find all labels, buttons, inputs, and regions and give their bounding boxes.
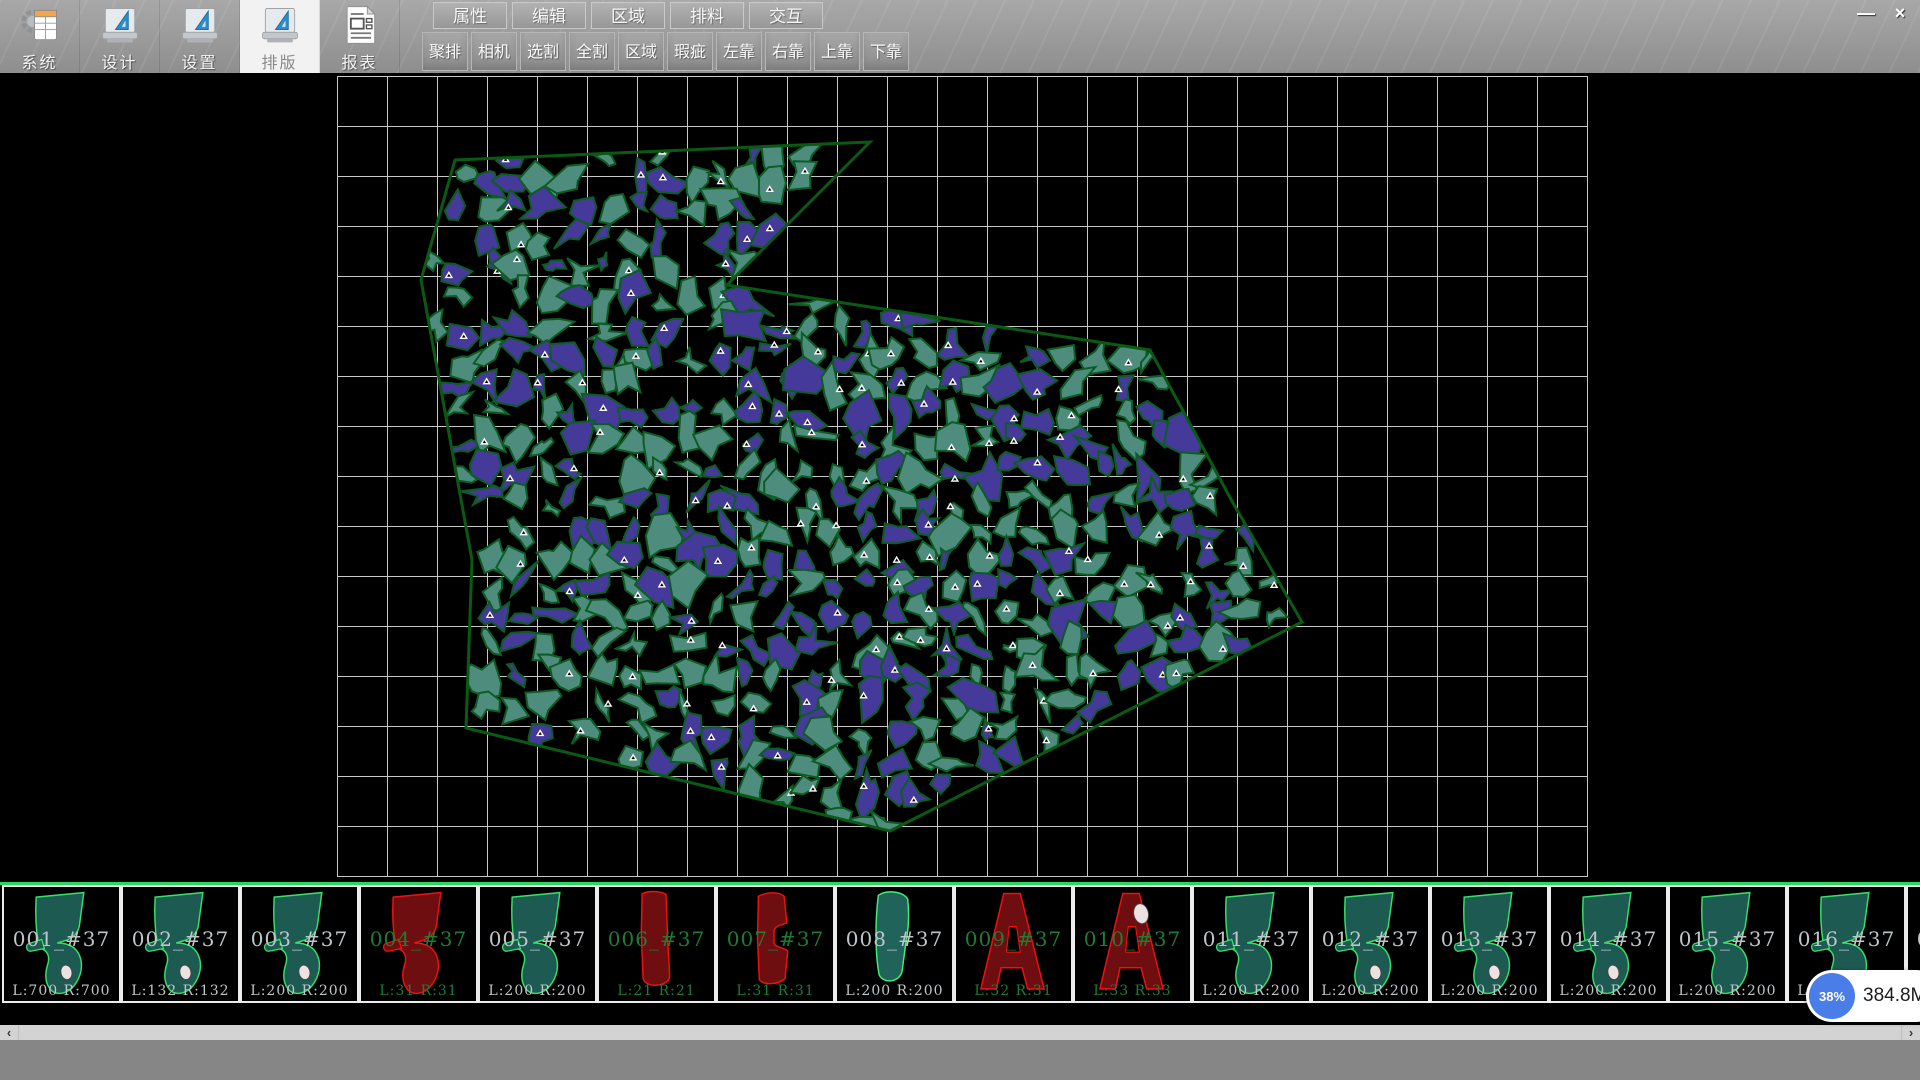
part-id-label: 004_#37 — [361, 927, 476, 951]
nesting-canvas[interactable] — [0, 73, 1920, 882]
part-thumbnail-011_#37[interactable]: 011_#37 L:200 R:200 — [1192, 885, 1311, 1003]
part-id-label: 007_#37 — [718, 927, 833, 951]
toolbar: 系统 设计 设置 排版 报表 属性编辑区域排料交互 聚排相机选割全割区域瑕疵左靠… — [0, 0, 1920, 74]
scroll-right-arrow-icon[interactable]: › — [1901, 1025, 1920, 1040]
part-thumbnail-009_#37[interactable]: 009_#37 L:32 R:31 — [954, 885, 1073, 1003]
part-id-label: 001_#37 — [4, 927, 119, 951]
part-id-label: 005_#37 — [480, 927, 595, 951]
memory-value: 384.8M — [1863, 985, 1920, 1007]
settings-button[interactable]: 设置 — [160, 0, 240, 73]
system-button[interactable]: 系统 — [0, 0, 80, 73]
part-id-label: 003_#37 — [242, 927, 357, 951]
part-lr-count-label: L:700 R:700 — [4, 983, 119, 999]
part-id-label: 011_#37 — [1194, 927, 1309, 951]
design-button-label: 设计 — [101, 49, 137, 73]
part-lr-count-label: L:31 R:31 — [718, 983, 833, 999]
report-document-icon — [337, 3, 383, 47]
main-button-bar: 系统 设计 设置 排版 报表 — [0, 0, 400, 73]
part-thumbnail-015_#37[interactable]: 015_#37 L:200 R:200 — [1668, 885, 1787, 1003]
nesting-button-label: 排版 — [261, 49, 297, 73]
part-id-label: 016_#37 — [1789, 927, 1904, 951]
part-id-label: 010_#37 — [1075, 927, 1190, 951]
tool-button-8[interactable]: 上靠 — [814, 32, 860, 71]
part-id-label: 008_#37 — [837, 927, 952, 951]
menu-tab-0[interactable]: 属性 — [433, 2, 507, 29]
part-lr-count-label: L:200 R:200 — [1313, 983, 1428, 999]
nest-layout[interactable] — [0, 73, 1920, 882]
part-lr-count-label: L:200 R:200 — [1194, 983, 1309, 999]
part-id-label: 012_#37 — [1313, 927, 1428, 951]
status-bar — [0, 1040, 1920, 1080]
settings-button-label: 设置 — [181, 49, 217, 73]
part-id-label: 009_#37 — [956, 927, 1071, 951]
part-lr-count-label: L:132 R:132 — [123, 983, 238, 999]
design-ruler-icon — [97, 3, 143, 47]
part-lr-count-label: L:32 R:31 — [956, 983, 1071, 999]
report-button[interactable]: 报表 — [320, 0, 400, 73]
parts-strip: 001_#37L:700 R:700002_#37L:132 R:132003_… — [0, 885, 1920, 1005]
part-lr-count-label: L:200 R:200 — [242, 983, 357, 999]
status-badge[interactable]: 38% 384.8M — [1806, 970, 1920, 1022]
tool-button-6[interactable]: 左靠 — [716, 32, 762, 71]
part-thumbnail-005_#37[interactable]: 005_#37 L:200 R:200 — [478, 885, 597, 1003]
part-thumbnail-007_#37[interactable]: 007_#37 L:31 R:31 — [716, 885, 835, 1003]
part-id-label: 006_#37 — [599, 927, 714, 951]
part-thumbnail-008_#37[interactable]: 008_#37 L:200 R:200 — [835, 885, 954, 1003]
part-thumbnail-001_#37[interactable]: 001_#37 L:700 R:700 — [2, 885, 121, 1003]
nesting-button[interactable]: 排版 — [240, 0, 320, 73]
part-lr-count-label: L:33 R:33 — [1075, 983, 1190, 999]
tool-button-7[interactable]: 右靠 — [765, 32, 811, 71]
part-lr-count-label: L:200 R:200 — [1432, 983, 1547, 999]
tool-button-9[interactable]: 下靠 — [863, 32, 909, 71]
scroll-left-arrow-icon[interactable]: ‹ — [0, 1025, 19, 1040]
part-id-label: 002_#37 — [123, 927, 238, 951]
minimize-button[interactable]: — — [1852, 2, 1880, 24]
part-thumbnail-002_#37[interactable]: 002_#37 L:132 R:132 — [121, 885, 240, 1003]
progress-circle: 38% — [1809, 973, 1855, 1019]
part-lr-count-label: L:200 R:200 — [1551, 983, 1666, 999]
part-thumbnail-003_#37[interactable]: 003_#37 L:200 R:200 — [240, 885, 359, 1003]
part-id-label: 015_#37 — [1670, 927, 1785, 951]
menu-tab-3[interactable]: 排料 — [670, 2, 744, 29]
design-button[interactable]: 设计 — [80, 0, 160, 73]
part-id-label: 017_#37 — [1908, 927, 1920, 951]
menu-tab-2[interactable]: 区域 — [591, 2, 665, 29]
part-id-label: 013_#37 — [1432, 927, 1547, 951]
settings-ruler-icon — [177, 3, 223, 47]
part-lr-count-label: L:21 R:21 — [599, 983, 714, 999]
progress-percent: 38% — [1819, 989, 1845, 1004]
tool-button-2[interactable]: 选割 — [520, 32, 566, 71]
tool-button-0[interactable]: 聚排 — [422, 32, 468, 71]
tool-button-5[interactable]: 瑕疵 — [667, 32, 713, 71]
system-gear-icon — [17, 3, 63, 47]
nesting-ruler-icon — [257, 3, 303, 47]
part-thumbnail-006_#37[interactable]: 006_#37 L:21 R:21 — [597, 885, 716, 1003]
tool-button-row: 聚排相机选割全割区域瑕疵左靠右靠上靠下靠 — [422, 32, 909, 71]
part-thumbnail-004_#37[interactable]: 004_#37 L:31 R:31 — [359, 885, 478, 1003]
window-controls: — × — [1852, 2, 1914, 24]
menu-tab-row: 属性编辑区域排料交互 — [433, 2, 823, 29]
report-button-label: 报表 — [341, 49, 377, 73]
part-id-label: 014_#37 — [1551, 927, 1666, 951]
part-lr-count-label: L:200 R:200 — [837, 983, 952, 999]
part-thumbnail-013_#37[interactable]: 013_#37 L:200 R:200 — [1430, 885, 1549, 1003]
part-lr-count-label: L:200 R:200 — [480, 983, 595, 999]
tool-button-1[interactable]: 相机 — [471, 32, 517, 71]
system-button-label: 系统 — [21, 49, 57, 73]
nested-pieces[interactable] — [417, 141, 1288, 850]
close-button[interactable]: × — [1886, 2, 1914, 24]
tool-button-4[interactable]: 区域 — [618, 32, 664, 71]
tool-button-3[interactable]: 全割 — [569, 32, 615, 71]
horizontal-scrollbar[interactable]: ‹ › — [0, 1025, 1920, 1040]
part-thumbnail-012_#37[interactable]: 012_#37 L:200 R:200 — [1311, 885, 1430, 1003]
menu-tab-4[interactable]: 交互 — [749, 2, 823, 29]
part-lr-count-label: L:31 R:31 — [361, 983, 476, 999]
part-thumbnail-014_#37[interactable]: 014_#37 L:200 R:200 — [1549, 885, 1668, 1003]
part-thumbnail-010_#37[interactable]: 010_#37 L:33 R:33 — [1073, 885, 1192, 1003]
part-lr-count-label: L:200 R:200 — [1670, 983, 1785, 999]
menu-tab-1[interactable]: 编辑 — [512, 2, 586, 29]
